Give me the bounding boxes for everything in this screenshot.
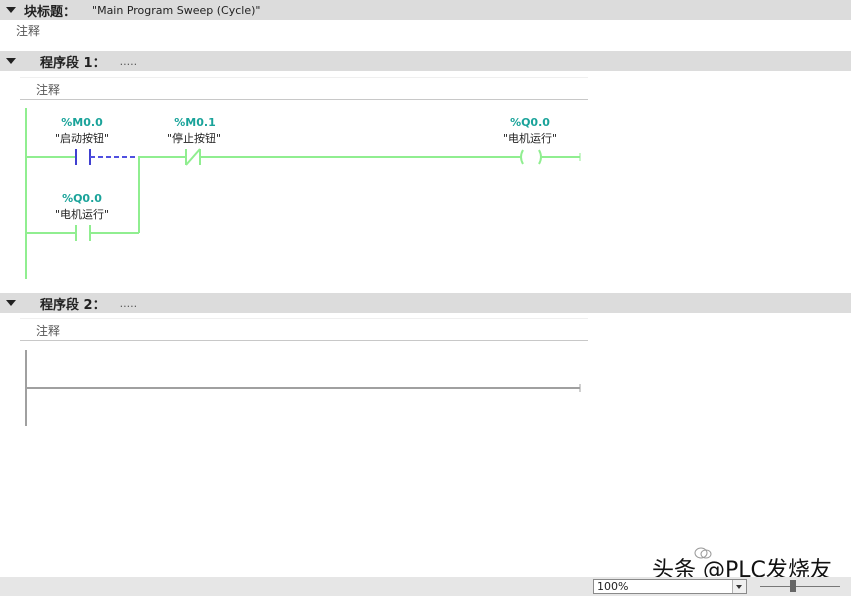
network-2-name[interactable]: .....	[120, 297, 137, 310]
zoom-slider-thumb[interactable]	[790, 580, 796, 592]
network-2-comment: 注释	[36, 324, 61, 338]
coil-right[interactable]	[538, 149, 542, 165]
collapse-triangle-icon[interactable]	[6, 300, 16, 306]
zoom-value: 100%	[597, 580, 629, 593]
chevron-down-icon[interactable]	[732, 580, 746, 593]
zoom-slider-track[interactable]	[760, 586, 840, 587]
network-2-title: 程序段 2：	[40, 297, 106, 313]
contact-m01-slash	[185, 148, 201, 166]
zoom-select[interactable]: 100%	[593, 579, 747, 594]
network-2-comment-box[interactable]: 注释	[20, 318, 588, 341]
coil-left[interactable]	[520, 149, 524, 165]
network-2-header[interactable]: 程序段 2： .....	[0, 293, 851, 313]
